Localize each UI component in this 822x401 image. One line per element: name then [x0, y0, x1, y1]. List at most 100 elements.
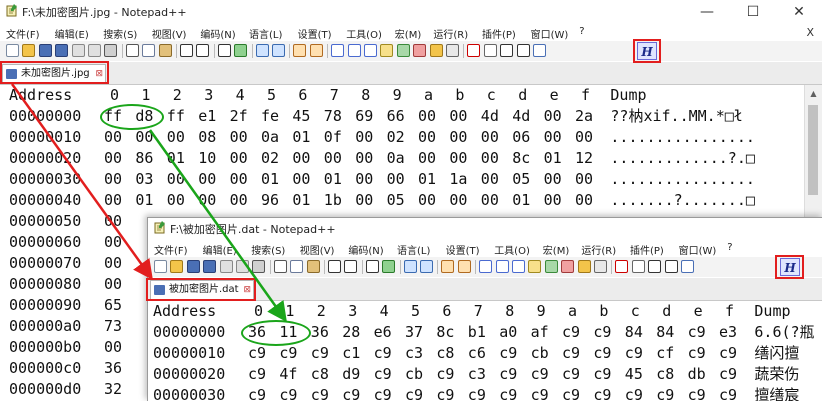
hex-byte-cell[interactable]: 12	[575, 148, 593, 169]
doc-map-icon[interactable]	[544, 260, 558, 273]
hex-byte-cell[interactable]: c9	[248, 364, 266, 385]
play-macro-icon[interactable]	[500, 44, 514, 57]
hex-byte-cell[interactable]: 01	[544, 148, 562, 169]
hex-byte-cell[interactable]: 00	[104, 148, 122, 169]
hex-byte-cell[interactable]: c9	[468, 385, 486, 401]
hex-byte-cell[interactable]: 00	[167, 127, 185, 148]
hex-byte-cell[interactable]: c9	[688, 385, 706, 401]
hex-byte-cell[interactable]: 01	[135, 190, 153, 211]
menu-item[interactable]: 窗口(W)	[531, 26, 569, 41]
scrollbar-thumb[interactable]	[808, 105, 818, 195]
hex-byte-cell[interactable]: c9	[499, 343, 517, 364]
hex-byte-cell[interactable]: 96	[261, 190, 279, 211]
hex-byte-cell[interactable]: 32	[104, 379, 122, 400]
menu-item[interactable]: 语言(L)	[249, 26, 282, 41]
save-icon[interactable]	[38, 44, 52, 57]
show-symbols-icon[interactable]	[495, 260, 509, 273]
menu-item[interactable]: 插件(P)	[482, 26, 516, 41]
menu-item[interactable]: 插件(P)	[630, 242, 664, 257]
menu-item[interactable]: 搜索(S)	[103, 26, 137, 41]
menu-item[interactable]: 视图(V)	[300, 242, 335, 257]
hex-byte-cell[interactable]: 1a	[449, 169, 467, 190]
hex-byte-cell[interactable]: ff	[167, 106, 185, 127]
menu-item[interactable]: 视图(V)	[152, 26, 187, 41]
menu-item[interactable]: ?	[727, 242, 732, 253]
zoom-in-icon[interactable]	[255, 44, 269, 57]
hex-byte-cell[interactable]: cb	[405, 364, 423, 385]
run-macro-multiple-icon[interactable]	[664, 260, 678, 273]
indent-guide-icon[interactable]	[364, 44, 377, 57]
hex-byte-cell[interactable]: 00	[292, 169, 310, 190]
hex-byte-cell[interactable]: c8	[311, 364, 329, 385]
cut-icon[interactable]	[125, 44, 139, 57]
hex-byte-cell[interactable]: c8	[656, 364, 674, 385]
hex-byte-cell[interactable]: c9	[248, 385, 266, 401]
menu-item[interactable]: 设置(T)	[446, 242, 480, 257]
menu-item[interactable]: 窗口(W)	[679, 242, 717, 257]
hex-byte-cell[interactable]: 00	[198, 169, 216, 190]
doc-map-icon[interactable]	[396, 44, 410, 57]
hex-byte-cell[interactable]: 00	[104, 232, 122, 253]
hex-byte-cell[interactable]: c3	[468, 364, 486, 385]
copy-icon[interactable]	[290, 260, 304, 273]
menu-item[interactable]: 搜索(S)	[251, 242, 285, 257]
hex-byte-cell[interactable]: c3	[405, 343, 423, 364]
indent-guide-icon[interactable]	[512, 260, 525, 273]
hex-byte-cell[interactable]: 8c	[512, 148, 530, 169]
hex-byte-cell[interactable]: c9	[311, 385, 329, 401]
menu-item[interactable]: 宏(M)	[543, 242, 569, 257]
hex-byte-cell[interactable]: 0f	[324, 127, 342, 148]
hex-byte-cell[interactable]: 03	[135, 169, 153, 190]
hex-byte-cell[interactable]: 1b	[324, 190, 342, 211]
hex-byte-cell[interactable]: 01	[167, 148, 185, 169]
hex-byte-cell[interactable]: 86	[135, 148, 153, 169]
hex-byte-cell[interactable]: c9	[719, 364, 737, 385]
hex-byte-cell[interactable]: cf	[656, 343, 674, 364]
replace-icon[interactable]	[234, 44, 248, 57]
hex-byte-cell[interactable]: d9	[342, 364, 360, 385]
hex-byte-cell[interactable]: 00	[104, 253, 122, 274]
redo-icon[interactable]	[344, 260, 358, 273]
hex-byte-cell[interactable]: 01	[292, 127, 310, 148]
hex-byte-cell[interactable]: 00	[449, 106, 467, 127]
hex-byte-cell[interactable]: 37	[405, 322, 423, 343]
hex-byte-cell[interactable]: cb	[531, 343, 549, 364]
stop-record-icon[interactable]	[483, 44, 497, 57]
word-wrap-icon[interactable]	[331, 44, 345, 57]
hex-byte-cell[interactable]: 00	[418, 106, 436, 127]
hex-byte-cell[interactable]: 08	[198, 127, 216, 148]
hex-byte-cell[interactable]: 8c	[436, 322, 454, 343]
hex-byte-cell[interactable]: 00	[230, 169, 248, 190]
hex-byte-cell[interactable]: 84	[656, 322, 674, 343]
minimize-button[interactable]: —	[684, 0, 730, 24]
hex-byte-cell[interactable]: c9	[719, 385, 737, 401]
save-icon[interactable]	[186, 260, 200, 273]
hex-byte-cell[interactable]: 00	[449, 127, 467, 148]
close-all-icon[interactable]	[236, 260, 249, 273]
hex-byte-cell[interactable]: 73	[104, 316, 122, 337]
hex-byte-cell[interactable]: 00	[355, 127, 373, 148]
menu-item[interactable]: 文件(F)	[6, 26, 40, 41]
hex-byte-cell[interactable]: db	[688, 364, 706, 385]
hex-byte-cell[interactable]: c9	[593, 322, 611, 343]
hex-byte-cell[interactable]: e6	[374, 322, 392, 343]
hex-byte-cell[interactable]: 05	[387, 190, 405, 211]
menu-item[interactable]: 工具(O)	[346, 26, 382, 41]
hex-byte-cell[interactable]: 00	[167, 190, 185, 211]
hex-byte-cell[interactable]: e3	[719, 322, 737, 343]
hex-byte-cell[interactable]: c9	[499, 385, 517, 401]
hex-byte-cell[interactable]: 00	[418, 127, 436, 148]
hex-byte-cell[interactable]: c9	[279, 343, 297, 364]
hex-byte-cell[interactable]: 05	[512, 169, 530, 190]
hex-byte-cell[interactable]: 00	[167, 169, 185, 190]
folder-workspace-icon[interactable]	[577, 260, 591, 273]
hex-byte-cell[interactable]: c9	[531, 385, 549, 401]
hex-byte-cell[interactable]: 00	[481, 127, 499, 148]
hex-byte-cell[interactable]: c9	[311, 343, 329, 364]
undo-icon[interactable]	[180, 44, 193, 57]
hex-byte-cell[interactable]: 00	[575, 169, 593, 190]
sync-vertical-icon[interactable]	[441, 260, 455, 273]
menu-item[interactable]: 文件(F)	[154, 242, 188, 257]
play-macro-icon[interactable]	[648, 260, 662, 273]
menu-item[interactable]: ?	[579, 26, 584, 37]
